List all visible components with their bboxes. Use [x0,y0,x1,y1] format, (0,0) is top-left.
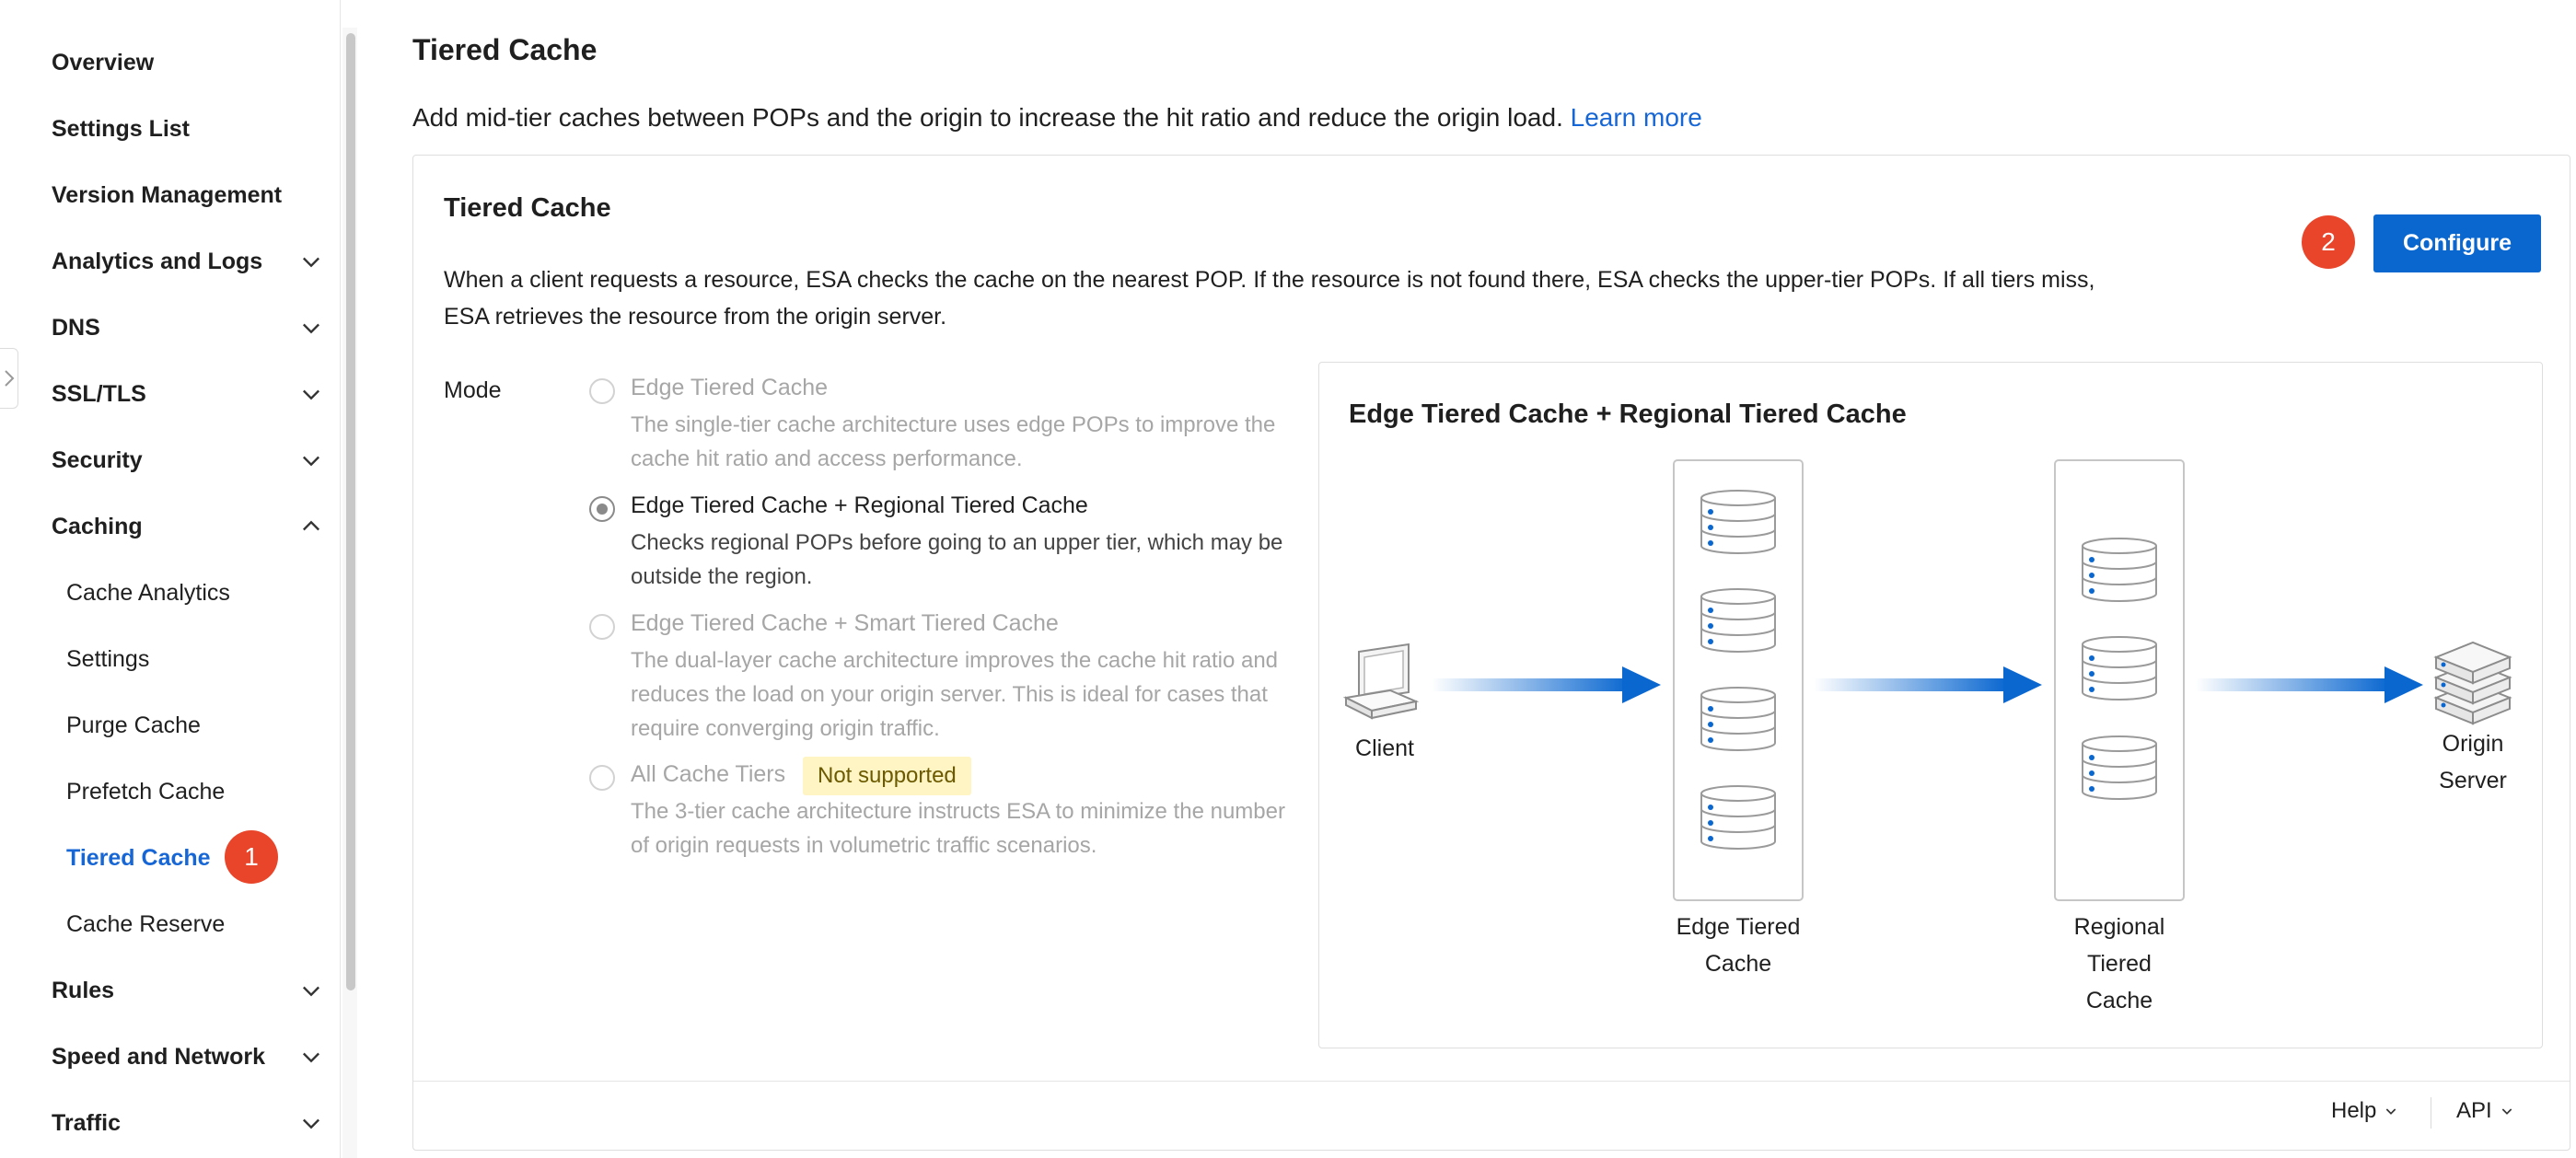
arrow-right-icon [1432,666,1661,703]
diagram-label-edge-tiered-cache: Edge Tiered Cache [1657,909,1819,982]
client-computer-icon [1342,643,1420,720]
arrow-right-icon [1814,666,2042,703]
chevron-down-icon [2501,1108,2512,1115]
diagram-label-line: Server [2439,768,2507,793]
diagram-label-line: Cache [2085,988,2153,1013]
diagram-label-client: Client [1355,735,1414,761]
help-label: Help [2331,1098,2377,1123]
diagram-label-line: Tiered [2087,951,2152,977]
arrow-right-icon [2196,666,2423,703]
diagram-label-line: Regional [2073,914,2165,940]
card-footer-divider [413,1081,2570,1082]
diagram-label-regional-tiered-cache: Regional Tiered Cache [2038,909,2200,1019]
help-dropdown[interactable]: Help [2331,1098,2398,1124]
origin-server-icon [2433,641,2512,725]
diagram-label-line: Cache [1704,951,1772,977]
api-dropdown[interactable]: API [2456,1098,2514,1124]
edge-tiered-cache-servers [1673,459,1804,901]
api-label: API [2456,1098,2492,1123]
diagram-label-origin-server: Origin Server [2427,725,2519,799]
regional-tiered-cache-servers [2054,459,2185,901]
diagram-label-line: Edge Tiered [1676,914,1801,940]
diagram-label-line: Origin [2442,731,2504,757]
chevron-down-icon [2386,1108,2396,1115]
